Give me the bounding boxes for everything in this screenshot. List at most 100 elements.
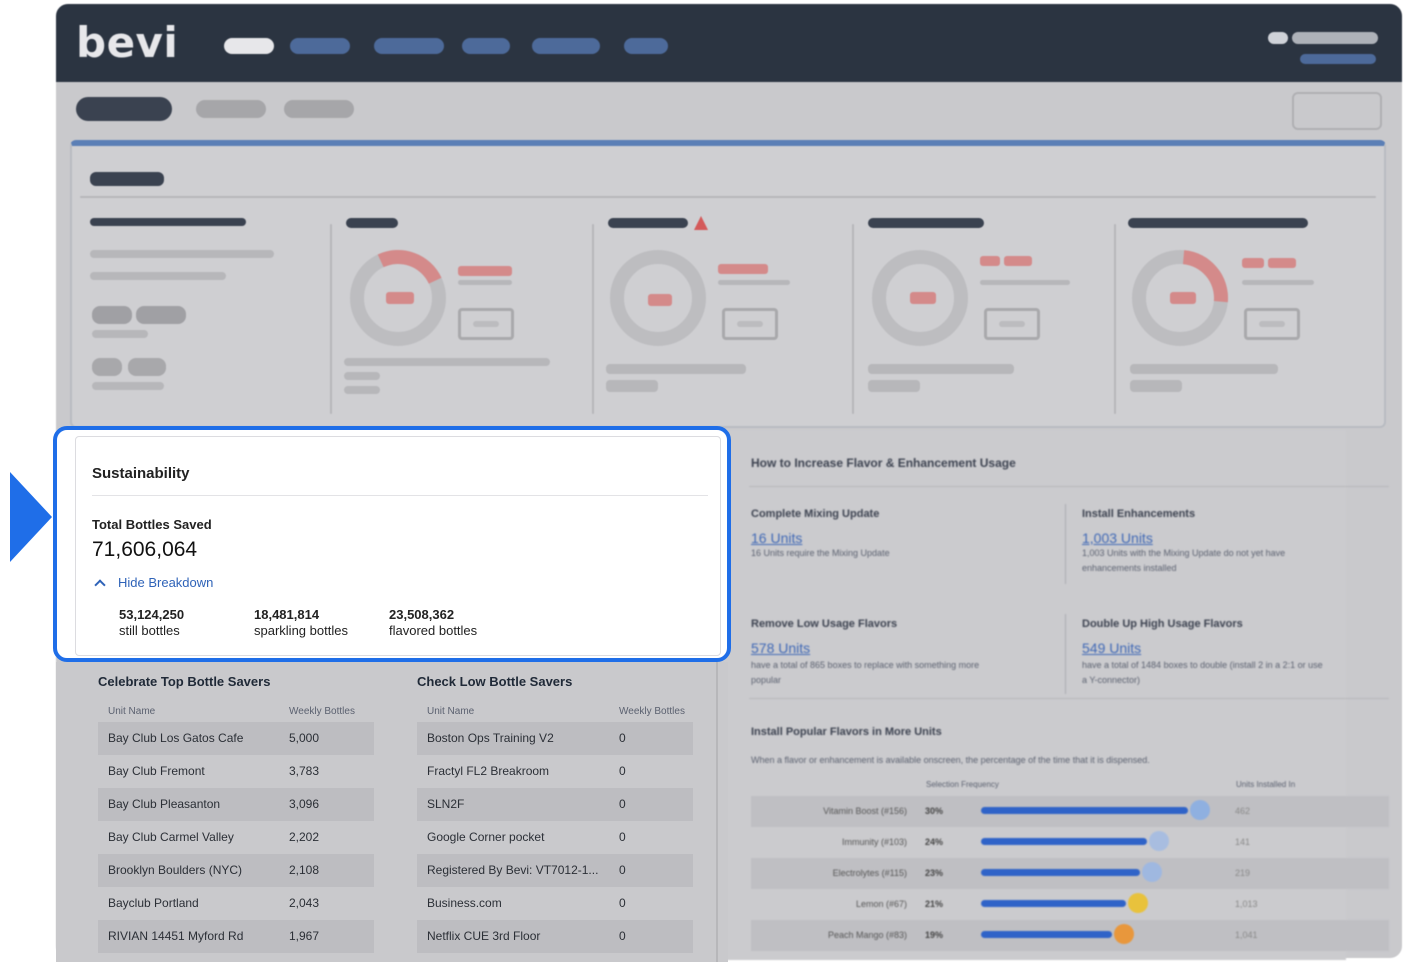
page-title [76,97,172,121]
units-installed: 462 [1235,806,1251,816]
column-header: Selection Frequency [926,780,999,789]
weekly-bottles: 0 [619,797,626,811]
breakdown-sparkling: 18,481,814 sparkling bottles [254,607,348,639]
table-row[interactable]: Boston Ops Training V2 0 [417,722,693,755]
weekly-bottles: 0 [619,764,626,778]
frequency-bar [981,838,1147,845]
unit-name: Bay Club Carmel Valley [108,830,234,844]
nav-item[interactable] [290,38,350,54]
table-title: Check Low Bottle Savers [417,674,573,689]
divider [749,486,1389,487]
divider [1065,614,1066,694]
weekly-bottles: 0 [619,731,626,745]
nav-item-active[interactable] [224,38,274,54]
table-row[interactable]: Fractyl FL2 Breakroom 0 [417,755,693,788]
account-link[interactable] [1300,54,1376,64]
column-header: Weekly Bottles [619,706,685,717]
table-row[interactable]: Business.com 0 [417,887,693,920]
flavor-name: Electrolytes (#115) [832,868,907,878]
tip-description: 16 Units require the Mixing Update [751,548,890,558]
metric-title [1128,218,1308,228]
text-placeholder [1130,364,1278,374]
total-bottles-label: Total Bottles Saved [92,517,212,532]
flavor-icon [1114,924,1134,944]
table-row[interactable]: Bayclub Portland 2,043 [98,887,374,920]
value-placeholder [136,306,186,324]
weekly-bottles: 1,967 [289,929,320,943]
flavor-name: Vitamin Boost (#156) [823,806,907,816]
text-placeholder [92,330,148,338]
unit-name: Business.com [427,896,502,910]
table-row[interactable]: Bay Club Fremont 3,783 [98,755,374,788]
unit-name: Bay Club Pleasanton [108,797,221,811]
unit-name: Bayclub Portland [108,896,199,910]
table-row[interactable]: Netflix CUE 3rd Floor 0 [417,920,693,953]
text-placeholder [344,372,380,380]
tip-description: have a total of 1484 boxes to double (in… [1082,660,1323,670]
flavor-row: Electrolytes (#115) 23% 219 [751,858,1389,889]
text-placeholder [1130,380,1182,392]
flavor-icon [1128,893,1148,913]
user-avatar[interactable] [1268,32,1288,44]
flavor-name: Peach Mango (#83) [827,930,907,940]
donut-value [648,294,672,306]
metric-title [868,218,984,228]
table-row[interactable]: Registered By Bevi: VT7012-1... 0 [417,854,693,887]
breakdown-label: still bottles [119,623,180,638]
flavor-row: Immunity (#103) 24% 141 [751,827,1389,858]
table-row[interactable]: SLN2F 0 [417,788,693,821]
weekly-bottles: 0 [619,830,626,844]
text-placeholder [90,272,226,280]
column-header: Unit Name [108,706,156,717]
donut-value [1170,292,1196,304]
table-row[interactable]: RIVIAN 14451 Myford Rd 1,967 [98,920,374,953]
filter-button[interactable] [1292,92,1382,130]
nav-item[interactable] [624,38,668,54]
tip-description: have a total of 865 boxes to replace wit… [751,660,980,670]
warning-icon [694,216,708,230]
text-placeholder [90,250,274,258]
column-divider [330,224,332,414]
metric-value [1004,256,1032,266]
tip-link[interactable]: 549 Units [1082,640,1141,656]
unit-name: RIVIAN 14451 Myford Rd [108,929,244,943]
tip-description: 1,003 Units with the Mixing Update do no… [1082,548,1286,558]
frequency-bar [981,900,1126,907]
highlight-arrow [10,472,52,562]
metric-title [346,218,398,228]
breakdown-label: sparkling bottles [254,623,348,638]
tip-link[interactable]: 1,003 Units [1082,530,1153,546]
tip-link[interactable]: 578 Units [751,640,810,656]
table-row[interactable]: Brooklyn Boulders (NYC) 2,108 [98,854,374,887]
flavor-percent: 30% [925,806,944,816]
tip-link[interactable]: 16 Units [751,530,802,546]
breadcrumb[interactable] [284,100,354,118]
table-row[interactable]: Bay Club Carmel Valley 2,202 [98,821,374,854]
nav-item[interactable] [532,38,600,54]
weekly-bottles: 3,096 [289,797,320,811]
text-placeholder [868,380,920,392]
nav-item[interactable] [462,38,510,54]
toggle-label: Hide Breakdown [118,575,214,590]
nav-item[interactable] [374,38,444,54]
status-card [70,140,1386,428]
tip-title: Remove Low Usage Flavors [751,618,898,630]
column-divider [1114,224,1116,414]
divider [1065,504,1066,584]
frequency-bar [981,807,1188,814]
hide-breakdown-toggle[interactable]: Hide Breakdown [92,575,214,591]
table-row[interactable]: Bay Club Los Gatos Cafe 5,000 [98,722,374,755]
table-row[interactable]: Bay Club Pleasanton 3,096 [98,788,374,821]
flavor-icon [1190,800,1210,820]
weekly-bottles: 0 [619,929,626,943]
tip-description: enhancements installed [1082,563,1177,573]
flavor-percent: 19% [925,930,944,940]
unit-name: Brooklyn Boulders (NYC) [108,863,243,877]
table-row[interactable]: Google Corner pocket 0 [417,821,693,854]
text-placeholder [92,382,164,390]
breadcrumb[interactable] [196,100,266,118]
sustainability-card: Sustainability Total Bottles Saved 71,60… [75,436,721,656]
text-placeholder [980,280,1070,285]
units-installed: 219 [1235,868,1251,878]
metric-title [608,218,688,228]
